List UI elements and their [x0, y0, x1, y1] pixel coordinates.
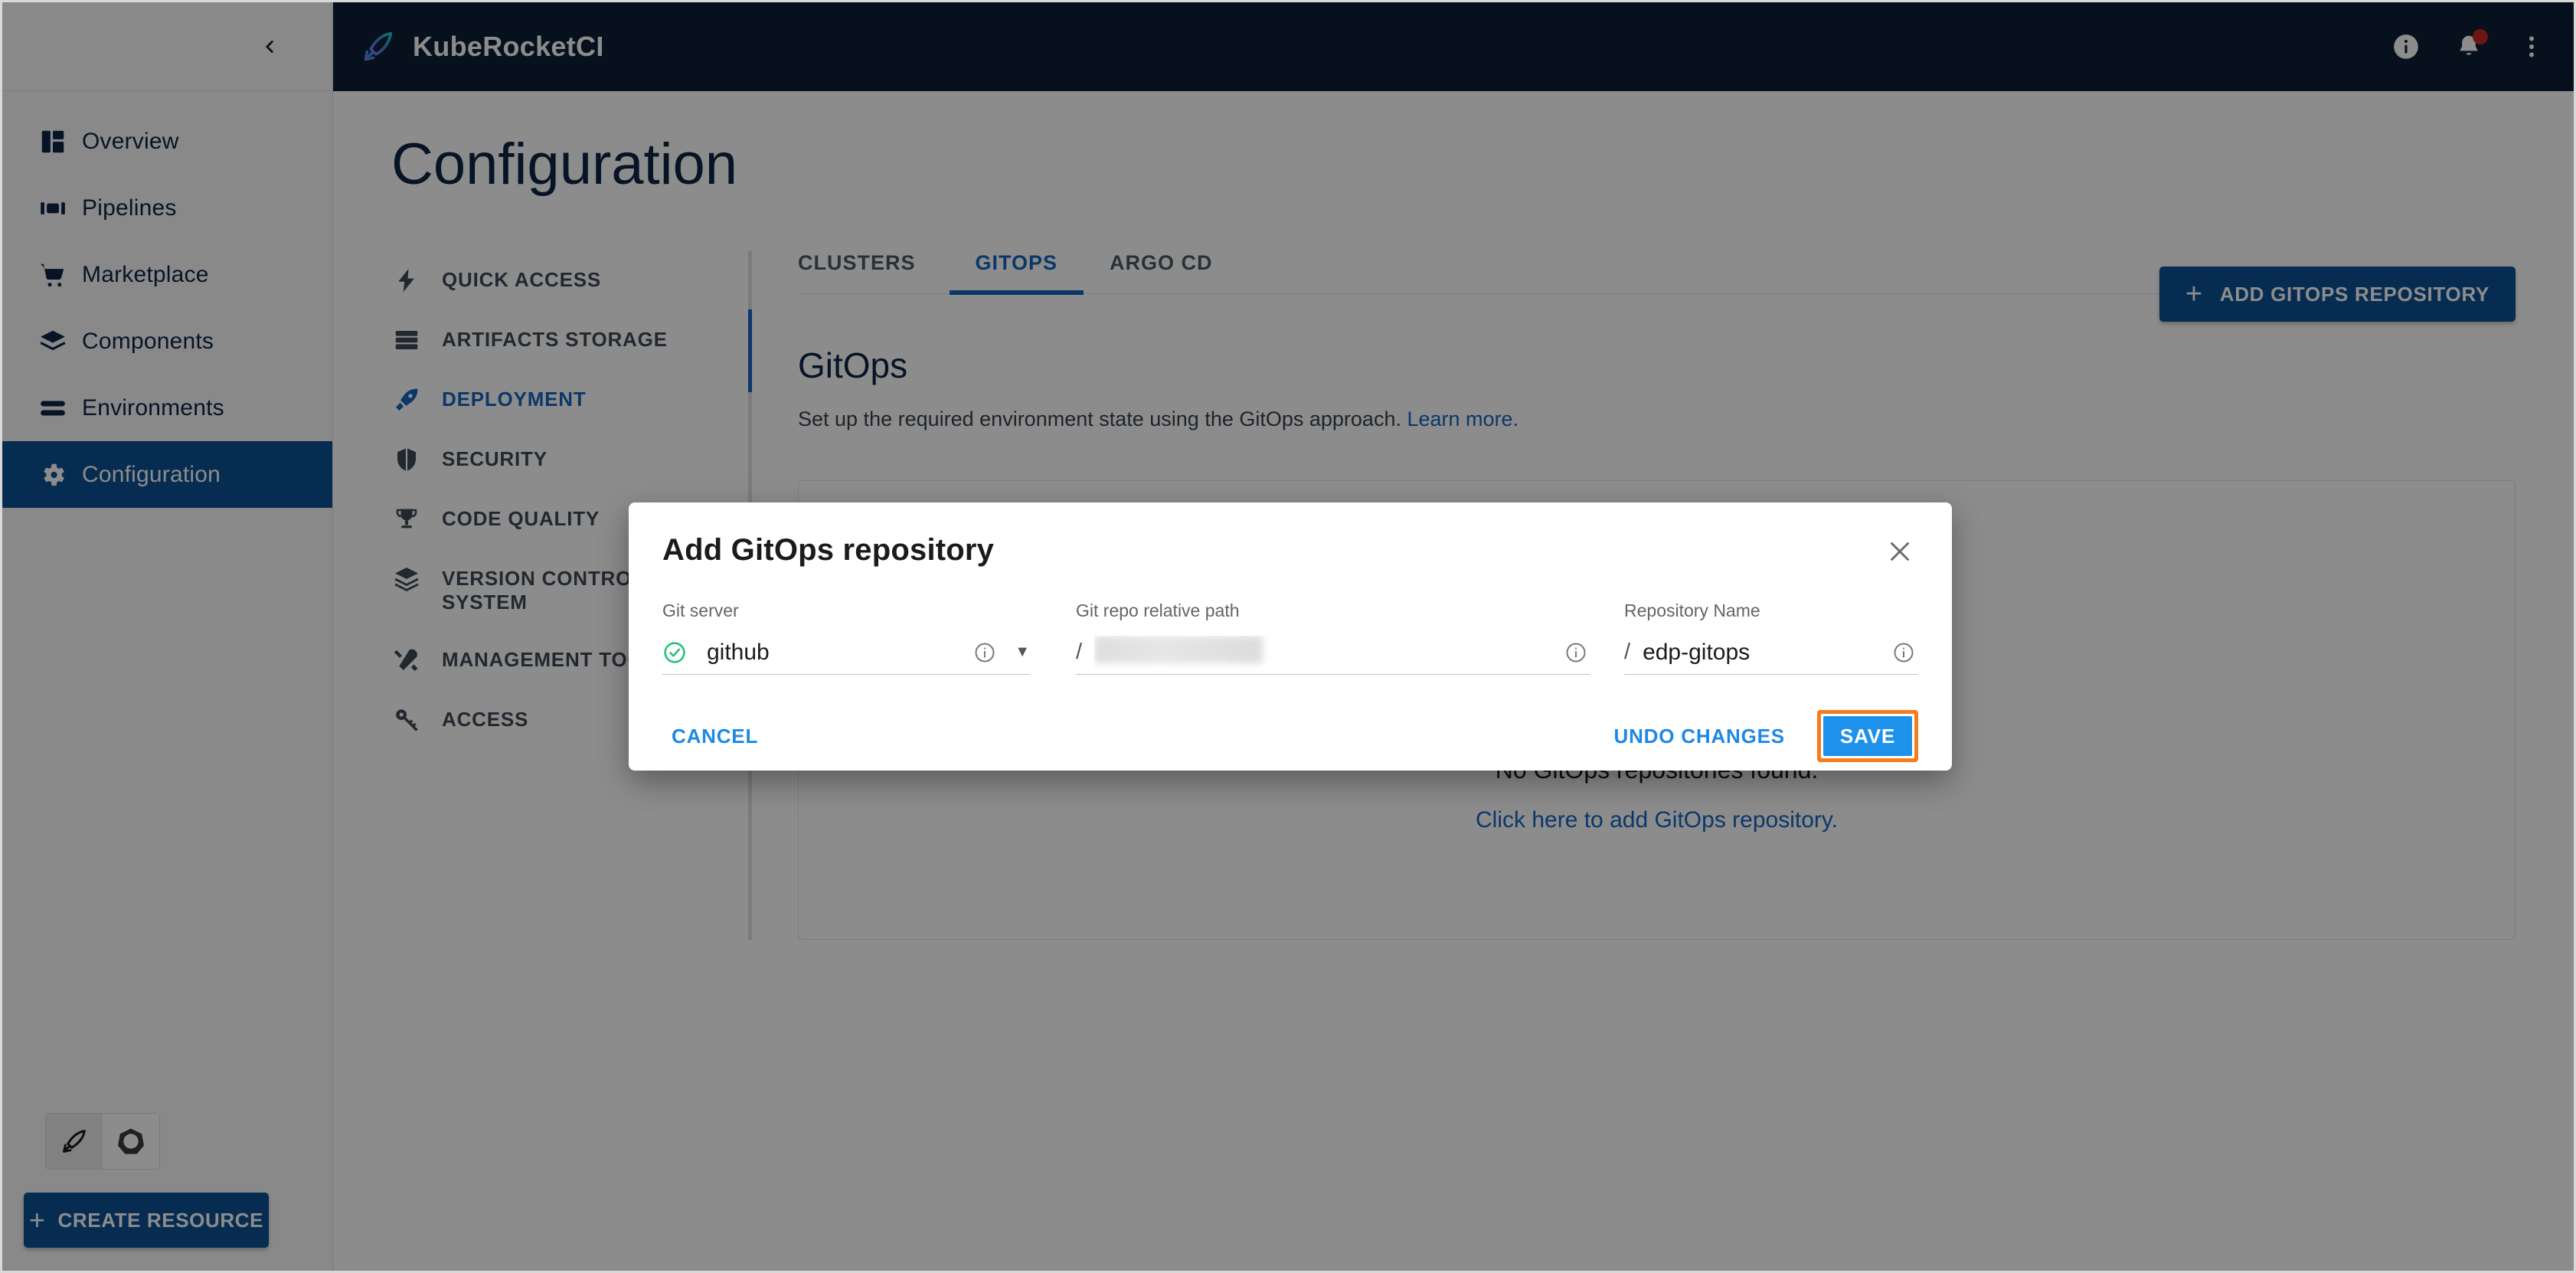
repository-name-value: edp-gitops	[1643, 639, 1751, 665]
git-server-label: Git server	[662, 601, 739, 620]
repository-name-label: Repository Name	[1624, 601, 1760, 620]
info-circle-icon[interactable]	[1892, 641, 1918, 664]
dialog-title: Add GitOps repository	[662, 533, 995, 567]
app-window: Overview Pipelines Marketplace Component…	[0, 0, 2576, 1273]
path-prefix-slash: /	[1076, 640, 1083, 664]
path-prefix-slash: /	[1624, 640, 1631, 664]
cancel-button[interactable]: CANCEL	[662, 718, 767, 754]
git-server-control[interactable]: github ▼	[662, 630, 1030, 675]
repository-name-control[interactable]: / edp-gitops	[1624, 630, 1918, 675]
caret-down-icon[interactable]: ▼	[1015, 643, 1030, 661]
redacted-value	[1094, 635, 1263, 663]
save-button[interactable]: SAVE	[1822, 716, 1912, 756]
info-circle-icon[interactable]	[973, 641, 999, 664]
add-gitops-repository-dialog: Add GitOps repository Git server github …	[629, 502, 1952, 771]
repository-name-field: Repository Name / edp-gitops	[1624, 601, 1918, 675]
dialog-actions: CANCEL UNDO CHANGES SAVE	[662, 710, 1918, 762]
git-repo-relative-path-field: Git repo relative path /	[1076, 601, 1590, 675]
dialog-header: Add GitOps repository	[662, 533, 1918, 570]
check-circle-icon	[662, 640, 690, 665]
git-server-value: github	[707, 639, 770, 665]
dialog-fields: Git server github ▼ Git repo relative pa…	[662, 601, 1918, 675]
git-repo-relative-path-label: Git repo relative path	[1076, 601, 1240, 620]
dialog-primary-actions: UNDO CHANGES SAVE	[1605, 710, 1918, 762]
save-button-highlight: SAVE	[1816, 710, 1918, 762]
git-repo-relative-path-control[interactable]: /	[1076, 630, 1590, 675]
undo-changes-button[interactable]: UNDO CHANGES	[1605, 718, 1794, 754]
git-server-field: Git server github ▼	[662, 601, 1030, 675]
git-repo-relative-path-value	[1094, 635, 1554, 669]
info-circle-icon[interactable]	[1564, 641, 1590, 664]
close-icon[interactable]	[1881, 533, 1918, 570]
